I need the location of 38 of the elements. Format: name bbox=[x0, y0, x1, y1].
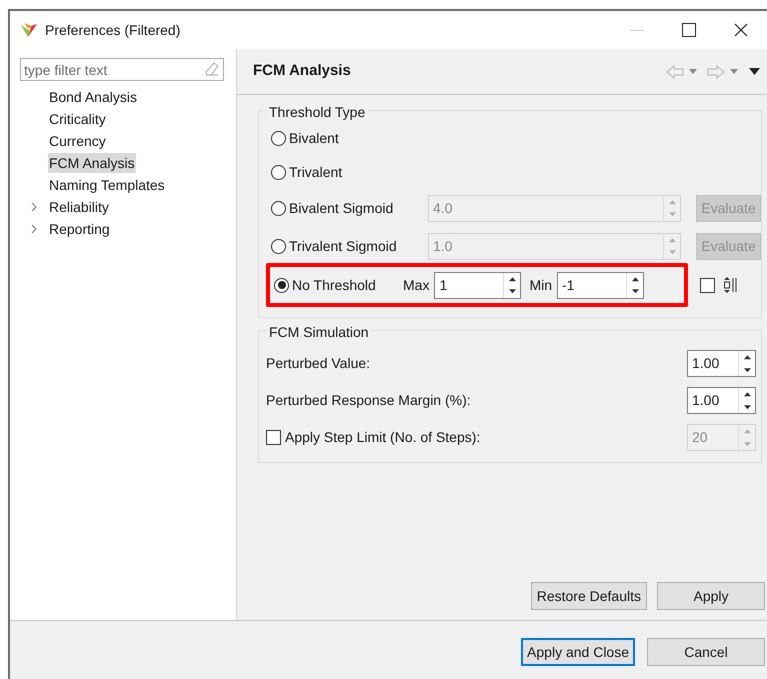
field-label: Perturbed Response Margin (%): bbox=[266, 391, 471, 410]
number-spinner[interactable]: 1.00 bbox=[687, 350, 756, 377]
tree-item[interactable]: Reporting bbox=[48, 219, 111, 239]
tree-item[interactable]: Bond Analysis bbox=[48, 87, 138, 107]
field-label: Max bbox=[403, 276, 430, 294]
radio-label[interactable]: Bivalent bbox=[289, 128, 339, 148]
dropdown-caret-icon[interactable] bbox=[689, 69, 697, 74]
number-spinner[interactable]: 1.00 bbox=[687, 387, 756, 414]
apply-and-close-button[interactable]: Apply and Close bbox=[521, 638, 635, 666]
restore-defaults-button[interactable]: Restore Defaults bbox=[530, 582, 647, 610]
expand-chevron-icon[interactable] bbox=[31, 202, 37, 212]
radio-button[interactable] bbox=[271, 130, 286, 146]
page-title: FCM Analysis bbox=[253, 61, 351, 82]
filter-field[interactable]: type filter text bbox=[20, 58, 224, 81]
tree-item[interactable]: FCM Analysis bbox=[48, 153, 136, 173]
checkbox[interactable] bbox=[700, 278, 715, 292]
number-spinner[interactable]: 1 bbox=[434, 272, 522, 298]
radio-button[interactable] bbox=[271, 164, 286, 180]
dropdown-caret-icon[interactable] bbox=[730, 69, 738, 74]
apply-button[interactable]: Apply bbox=[657, 582, 765, 610]
maximize-icon[interactable] bbox=[682, 23, 696, 37]
app-logo-icon bbox=[20, 22, 38, 38]
resize-icon[interactable] bbox=[722, 276, 738, 294]
tree-item[interactable]: Reliability bbox=[48, 197, 110, 217]
close-icon[interactable] bbox=[734, 23, 748, 37]
radio-label[interactable]: Trivalent bbox=[289, 162, 342, 182]
expand-chevron-icon[interactable] bbox=[31, 224, 37, 234]
view-menu-icon[interactable] bbox=[749, 68, 760, 75]
field-label: Min bbox=[529, 276, 552, 294]
cancel-button[interactable]: Cancel bbox=[647, 638, 765, 666]
window-title: Preferences (Filtered) bbox=[45, 20, 180, 40]
radio-button[interactable] bbox=[274, 278, 289, 292]
tree-item[interactable]: Naming Templates bbox=[48, 175, 166, 195]
radio-label[interactable]: No Threshold bbox=[292, 274, 403, 296]
number-spinner[interactable]: -1 bbox=[557, 272, 644, 298]
field-label: Perturbed Value: bbox=[266, 354, 370, 373]
tree-item[interactable]: Criticality bbox=[48, 109, 107, 129]
tree-item[interactable]: Currency bbox=[48, 131, 107, 151]
